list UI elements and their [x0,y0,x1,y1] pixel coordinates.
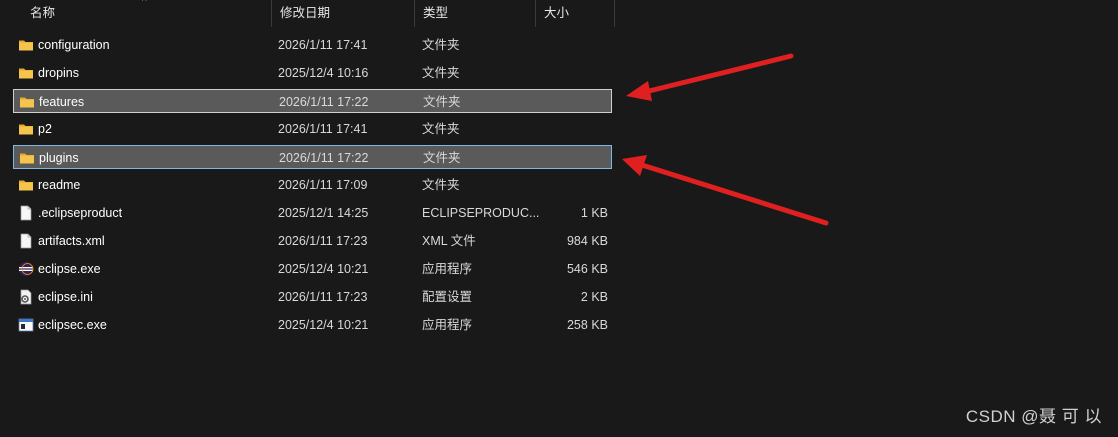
column-header-type[interactable]: 类型 [414,0,535,27]
file-name: dropins [38,66,79,80]
file-date: 2026/1/11 17:22 [279,95,369,109]
folder-icon [19,150,35,166]
file-size [533,61,608,85]
file-name: eclipsec.exe [38,318,107,332]
file-size: 258 KB [566,318,608,332]
file-date: 2026/1/11 17:41 [278,38,368,52]
file-size [534,90,609,114]
file-type: 文件夹 [422,178,460,192]
folder-icon [18,65,34,81]
folder-icon [18,177,34,193]
file-name: artifacts.xml [38,234,105,248]
file-row-artifacts-xml[interactable]: artifacts.xml 2026/1/11 17:23 XML 文件 984 KB [13,229,612,253]
file-name: eclipse.exe [38,262,101,276]
file-size [533,33,608,57]
file-type: 配置设置 [422,290,473,304]
file-date: 2025/12/4 10:16 [278,66,369,80]
file-row-configuration[interactable]: configuration 2026/1/11 17:41 文件夹 [13,33,612,57]
file-type: 文件夹 [422,122,460,136]
file-name: configuration [38,38,110,52]
file-date: 2025/12/4 10:21 [278,262,369,276]
file-row-eclipse-ini[interactable]: eclipse.ini 2026/1/11 17:23 配置设置 2 KB [13,285,612,309]
file-type: 文件夹 [423,151,461,165]
file-type: 应用程序 [422,318,473,332]
column-header-name[interactable]: 名称 [22,0,270,27]
folder-icon [18,37,34,53]
folder-icon [18,121,34,137]
file-row-eclipseproduct[interactable]: .eclipseproduct 2025/12/1 14:25 ECLIPSEPRO… [13,201,612,225]
file-row-readme[interactable]: readme 2026/1/11 17:09 文件夹 [13,173,612,197]
file-name: p2 [38,122,52,136]
file-type: 文件夹 [422,66,460,80]
column-header-size[interactable]: 大小 [535,0,615,27]
file-name: plugins [39,151,79,165]
file-row-p2[interactable]: p2 2026/1/11 17:41 文件夹 [13,117,612,141]
eclipse-app-icon [18,261,34,277]
file-size: 2 KB [580,290,608,304]
file-date: 2026/1/11 17:22 [279,151,369,165]
config-file-icon [18,289,34,305]
column-header: ^ 名称 修改日期 类型 大小 [0,0,1118,27]
red-arrow-icon [626,53,794,101]
file-row-eclipsec-exe[interactable]: eclipsec.exe 2025/12/4 10:21 应用程序 258 KB [13,313,612,337]
file-size [533,117,608,141]
file-icon [18,205,34,221]
column-header-date[interactable]: 修改日期 [271,0,414,27]
file-size: 984 KB [566,234,608,248]
file-name: .eclipseproduct [38,206,123,220]
file-date: 2026/1/11 17:23 [278,234,368,248]
file-row-plugins[interactable]: plugins 2026/1/11 17:22 文件夹 [13,145,612,169]
folder-icon [19,94,35,110]
file-date: 2025/12/1 14:25 [278,206,369,220]
file-row-eclipse-exe[interactable]: eclipse.exe 2025/12/4 10:21 应用程序 546 KB [13,257,612,281]
file-size: 546 KB [566,262,608,276]
file-row-dropins[interactable]: dropins 2025/12/4 10:16 文件夹 [13,61,612,85]
file-name: features [39,95,85,109]
file-date: 2026/1/11 17:09 [278,178,368,192]
console-app-icon [18,317,34,333]
file-type: 应用程序 [422,262,473,276]
file-icon [18,233,34,249]
file-type: 文件夹 [423,95,461,109]
file-size [533,173,608,197]
file-type: ECLIPSEPRODUC... [422,206,540,220]
file-row-features[interactable]: features 2026/1/11 17:22 文件夹 [13,89,612,113]
file-name: readme [38,178,81,192]
file-date: 2026/1/11 17:41 [278,122,368,136]
red-arrow-icon [622,155,829,226]
file-date: 2025/12/4 10:21 [278,318,369,332]
file-date: 2026/1/11 17:23 [278,290,368,304]
file-type: 文件夹 [422,38,460,52]
file-size: 1 KB [580,206,608,220]
file-name: eclipse.ini [38,290,93,304]
file-type: XML 文件 [422,234,476,248]
file-size [534,146,609,170]
watermark: CSDN @聂 可 以 [965,407,1102,426]
